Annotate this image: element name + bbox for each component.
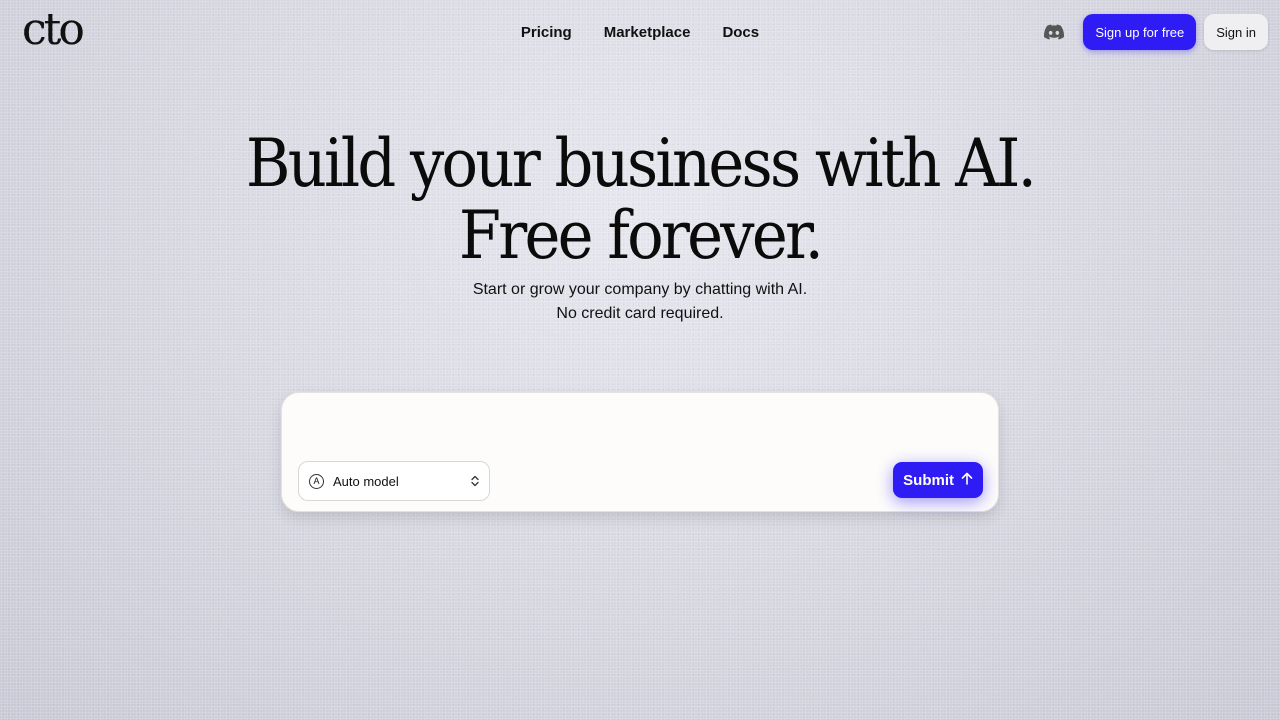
hero-subtitle: Start or grow your company by chatting w… [0, 278, 1280, 326]
hero-subtitle-line-2: No credit card required. [556, 305, 724, 322]
header-actions: Sign up for free Sign in [1037, 14, 1268, 50]
submit-button[interactable]: Submit [893, 462, 983, 498]
discord-icon[interactable] [1037, 14, 1071, 50]
arrow-up-icon [961, 472, 973, 489]
hero-section: Build your business with AI. Free foreve… [0, 128, 1280, 326]
auto-model-icon: A [309, 473, 324, 489]
cto-logo[interactable]: cto [22, 8, 85, 52]
prompt-composer: A Auto model Submit [281, 392, 999, 512]
site-header: cto Pricing Marketplace Docs Sign up for… [0, 0, 1280, 64]
nav-link-marketplace[interactable]: Marketplace [604, 24, 691, 41]
model-select-value: Auto model [333, 473, 399, 489]
hero-title: Build your business with AI. Free foreve… [51, 128, 1229, 272]
nav-link-docs[interactable]: Docs [722, 24, 759, 41]
prompt-input[interactable] [298, 407, 984, 457]
nav-link-pricing[interactable]: Pricing [521, 24, 572, 41]
sign-up-button[interactable]: Sign up for free [1083, 14, 1197, 50]
chevron-up-down-icon [471, 475, 479, 487]
model-select[interactable]: A Auto model [298, 461, 490, 501]
hero-title-line-1: Build your business with AI. [245, 125, 1037, 202]
background-texture [0, 0, 1280, 720]
hero-title-line-2: Free forever. [458, 197, 824, 274]
hero-subtitle-line-1: Start or grow your company by chatting w… [472, 281, 808, 298]
sign-in-button[interactable]: Sign in [1204, 14, 1268, 50]
submit-label: Submit [903, 471, 954, 489]
